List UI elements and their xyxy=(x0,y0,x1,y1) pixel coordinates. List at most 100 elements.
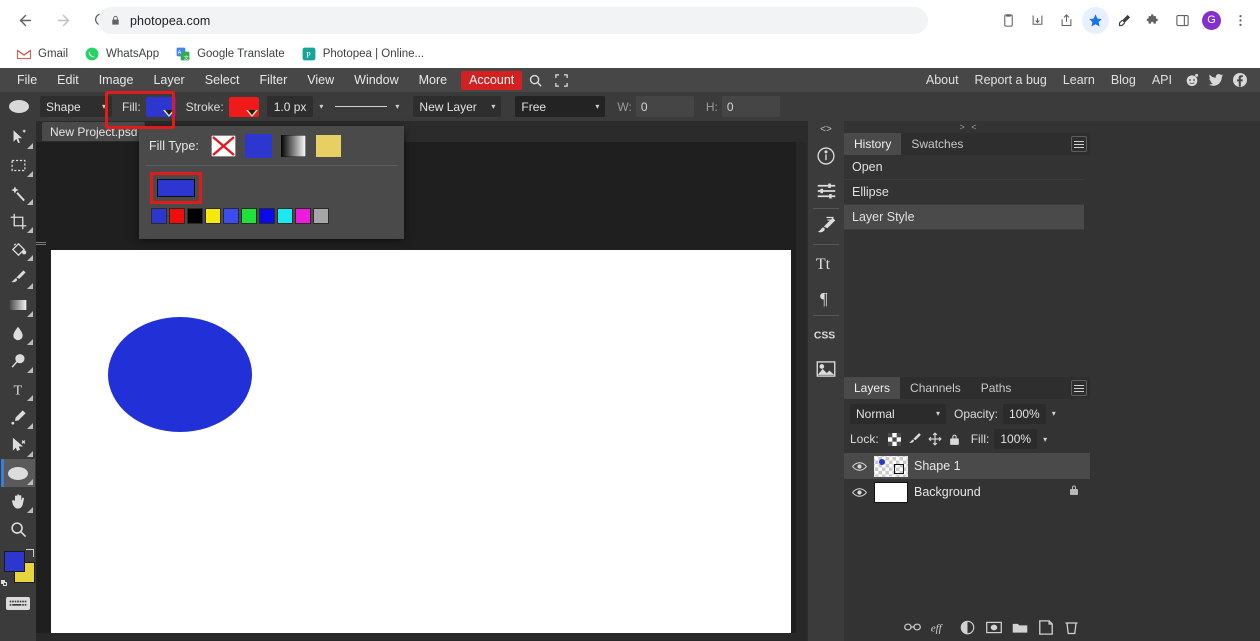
foreground-background-colors[interactable] xyxy=(1,549,35,589)
fill-value[interactable]: 100% xyxy=(994,429,1038,449)
lock-image-pixels-icon[interactable] xyxy=(905,429,925,449)
bookmark-star-icon[interactable] xyxy=(1082,6,1109,34)
adjustment-layer-icon[interactable] xyxy=(959,619,976,636)
shape-mode-select[interactable]: Shape ▾ xyxy=(40,96,112,117)
crop-tool[interactable] xyxy=(1,207,35,235)
stroke-color-swatch[interactable] xyxy=(228,96,259,117)
panel-collapse-handle[interactable]: > < xyxy=(844,121,1094,133)
fill-chevron-down-icon[interactable]: ▾ xyxy=(1043,435,1047,444)
blend-mode-select[interactable]: Normal ▾ xyxy=(850,403,946,424)
menu-image[interactable]: Image xyxy=(89,68,144,92)
bookmark-photopea[interactable]: P Photopea | Online... xyxy=(293,43,432,65)
default-colors-icon[interactable] xyxy=(1,580,8,587)
download-icon[interactable] xyxy=(1024,7,1051,34)
history-item[interactable]: Layer Style xyxy=(844,205,1084,230)
paragraph-pilcrow-icon[interactable]: ¶ xyxy=(808,280,844,315)
eye-icon[interactable] xyxy=(850,457,868,475)
adjustments-icon[interactable] xyxy=(808,173,844,208)
menu-select[interactable]: Select xyxy=(195,68,250,92)
eye-icon[interactable] xyxy=(850,483,868,501)
layer-thumbnail[interactable] xyxy=(874,455,908,477)
width-input[interactable]: 0 xyxy=(635,96,694,117)
bookmark-gmail[interactable]: Gmail xyxy=(8,43,76,65)
dodge-tool[interactable] xyxy=(1,347,35,375)
fill-type-popup[interactable]: Fill Type: xyxy=(139,126,404,239)
table-row[interactable]: Background xyxy=(844,479,1090,505)
code-brackets-icon[interactable]: <> xyxy=(808,121,844,138)
bookmark-whatsapp[interactable]: WhatsApp xyxy=(76,43,167,65)
menu-layer[interactable]: Layer xyxy=(143,68,194,92)
ellipse-shape[interactable] xyxy=(108,317,252,432)
link-api[interactable]: API xyxy=(1144,68,1180,92)
css-icon[interactable]: CSS xyxy=(808,316,844,351)
pen-tool[interactable] xyxy=(1,403,35,431)
side-panel-icon[interactable] xyxy=(1169,7,1196,34)
layer-mask-icon[interactable] xyxy=(985,619,1002,636)
opacity-value[interactable]: 100% xyxy=(1003,403,1046,424)
ellipse-tool-icon[interactable] xyxy=(6,97,32,117)
panel-menu-icon[interactable] xyxy=(1071,136,1087,152)
color-swatch-9[interactable] xyxy=(313,208,329,224)
lock-all-icon[interactable] xyxy=(945,429,965,449)
link-learn[interactable]: Learn xyxy=(1055,68,1103,92)
color-swatch-3[interactable] xyxy=(205,208,221,224)
tab-history[interactable]: History xyxy=(844,133,902,155)
document-tab[interactable]: New Project.psd xyxy=(42,122,146,141)
color-swatch-4[interactable] xyxy=(223,208,239,224)
search-icon[interactable] xyxy=(522,68,548,92)
layer-thumbnail[interactable] xyxy=(874,481,908,503)
stroke-width-chevron-down-icon[interactable]: ▾ xyxy=(319,102,323,111)
history-item[interactable]: Open xyxy=(844,155,1084,180)
brush-panel-icon[interactable] xyxy=(808,209,844,244)
menu-edit[interactable]: Edit xyxy=(47,68,89,92)
tab-swatches[interactable]: Swatches xyxy=(901,133,973,155)
paint-bucket-tool[interactable] xyxy=(1,235,35,263)
link-about[interactable]: About xyxy=(918,68,967,92)
account-button[interactable]: Account xyxy=(461,70,523,90)
fill-type-none-swatch[interactable] xyxy=(210,134,237,157)
lock-position-icon[interactable] xyxy=(925,429,945,449)
color-swatch-7[interactable] xyxy=(277,208,293,224)
fill-type-gradient-swatch[interactable] xyxy=(280,134,307,157)
blur-tool[interactable] xyxy=(1,319,35,347)
swap-colors-icon[interactable] xyxy=(26,549,34,557)
bookmark-google-translate[interactable]: A文 Google Translate xyxy=(167,43,293,65)
move-tool[interactable] xyxy=(1,123,35,151)
line-style-chevron-down-icon[interactable]: ▾ xyxy=(395,102,399,111)
share-icon[interactable] xyxy=(1053,7,1080,34)
new-layer-icon[interactable] xyxy=(1037,619,1054,636)
eyedropper-icon[interactable] xyxy=(1111,7,1138,34)
color-swatch-2[interactable] xyxy=(187,208,203,224)
link-layers-icon[interactable] xyxy=(904,619,921,636)
foreground-color-swatch[interactable] xyxy=(4,551,25,572)
fill-type-pattern-swatch[interactable] xyxy=(315,134,341,157)
recent-color-swatches[interactable] xyxy=(151,208,404,224)
ellipse-tool[interactable] xyxy=(1,459,35,487)
color-swatch-1[interactable] xyxy=(169,208,185,224)
menu-window[interactable]: Window xyxy=(344,68,408,92)
gradient-tool[interactable] xyxy=(1,291,35,319)
color-swatch-0[interactable] xyxy=(151,208,167,224)
height-input[interactable]: 0 xyxy=(721,96,780,117)
marquee-tool[interactable] xyxy=(1,151,35,179)
three-dot-menu-icon[interactable] xyxy=(1227,7,1254,34)
current-fill-color[interactable] xyxy=(150,172,202,204)
menu-filter[interactable]: Filter xyxy=(249,68,297,92)
character-Tt-icon[interactable]: Tt xyxy=(808,245,844,280)
tab-layers[interactable]: Layers xyxy=(844,377,901,399)
fill-color-swatch[interactable] xyxy=(145,96,176,117)
fill-type-solid-swatch[interactable] xyxy=(244,133,272,158)
menu-view[interactable]: View xyxy=(297,68,344,92)
tab-paths[interactable]: Paths xyxy=(971,377,1022,399)
canvas-horizontal-scrollbar[interactable] xyxy=(36,633,806,641)
layer-effects-fx-icon[interactable]: eff xyxy=(930,619,950,636)
lock-transparent-pixels-icon[interactable] xyxy=(885,429,905,449)
brush-tool[interactable] xyxy=(1,263,35,291)
delete-layer-icon[interactable] xyxy=(1063,619,1080,636)
tab-channels[interactable]: Channels xyxy=(900,377,971,399)
constraint-select[interactable]: Free ▾ xyxy=(515,96,606,117)
back-button[interactable] xyxy=(10,5,40,35)
keyboard-icon[interactable] xyxy=(6,597,30,610)
extensions-puzzle-icon[interactable] xyxy=(1140,7,1167,34)
zoom-tool[interactable] xyxy=(1,515,35,543)
